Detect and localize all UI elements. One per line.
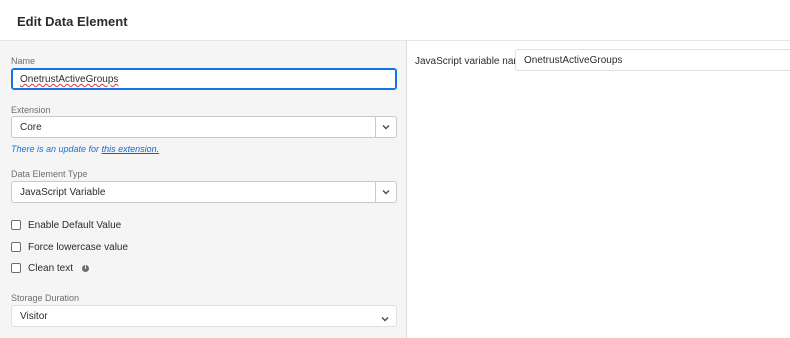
extension-dropdown-button[interactable]: [375, 117, 396, 137]
js-variable-label: JavaScript variable name: [415, 56, 528, 67]
storage-duration-chevron: [380, 311, 390, 329]
clean-text-checkbox[interactable]: [11, 263, 21, 273]
info-icon[interactable]: i: [82, 264, 90, 272]
name-value: OnetrustActiveGroups: [20, 74, 119, 85]
force-lowercase-checkbox[interactable]: [11, 242, 21, 252]
storage-duration-select[interactable]: Visitor: [11, 305, 397, 327]
settings-panel: JavaScript variable name OnetrustActiveG…: [408, 41, 790, 338]
data-element-type-label: Data Element Type: [11, 169, 88, 179]
enable-default-value-checkbox[interactable]: [11, 220, 21, 230]
update-notice: There is an update for this extension.: [11, 144, 159, 154]
clean-text-option[interactable]: Clean text i: [11, 261, 90, 275]
extension-value: Core: [20, 122, 42, 133]
name-label: Name: [11, 56, 36, 66]
extension-select[interactable]: Core: [11, 116, 397, 138]
data-element-type-dropdown-button[interactable]: [375, 182, 396, 202]
page-title: Edit Data Element: [17, 14, 128, 29]
chevron-down-icon: [382, 190, 390, 195]
extension-label: Extension: [11, 105, 51, 115]
data-element-type-value: JavaScript Variable: [20, 187, 106, 198]
update-extension-link[interactable]: this extension.: [102, 144, 160, 154]
data-element-type-select[interactable]: JavaScript Variable: [11, 181, 397, 203]
chevron-down-icon: [382, 125, 390, 130]
chevron-down-icon: [381, 317, 389, 322]
storage-duration-value: Visitor: [20, 311, 48, 322]
js-variable-input[interactable]: OnetrustActiveGroups: [515, 49, 790, 71]
dialog-header: Edit Data Element: [0, 0, 790, 41]
force-lowercase-option[interactable]: Force lowercase value: [11, 240, 128, 254]
update-notice-text: There is an update for: [11, 144, 102, 154]
force-lowercase-label: Force lowercase value: [28, 241, 129, 253]
storage-duration-label: Storage Duration: [11, 293, 80, 303]
enable-default-value-label: Enable Default Value: [28, 219, 122, 231]
data-element-form: Name OnetrustActiveGroups Extension Core…: [0, 41, 407, 338]
enable-default-value-option[interactable]: Enable Default Value: [11, 218, 121, 232]
name-input[interactable]: OnetrustActiveGroups: [11, 68, 397, 90]
clean-text-label: Clean text: [28, 262, 74, 274]
